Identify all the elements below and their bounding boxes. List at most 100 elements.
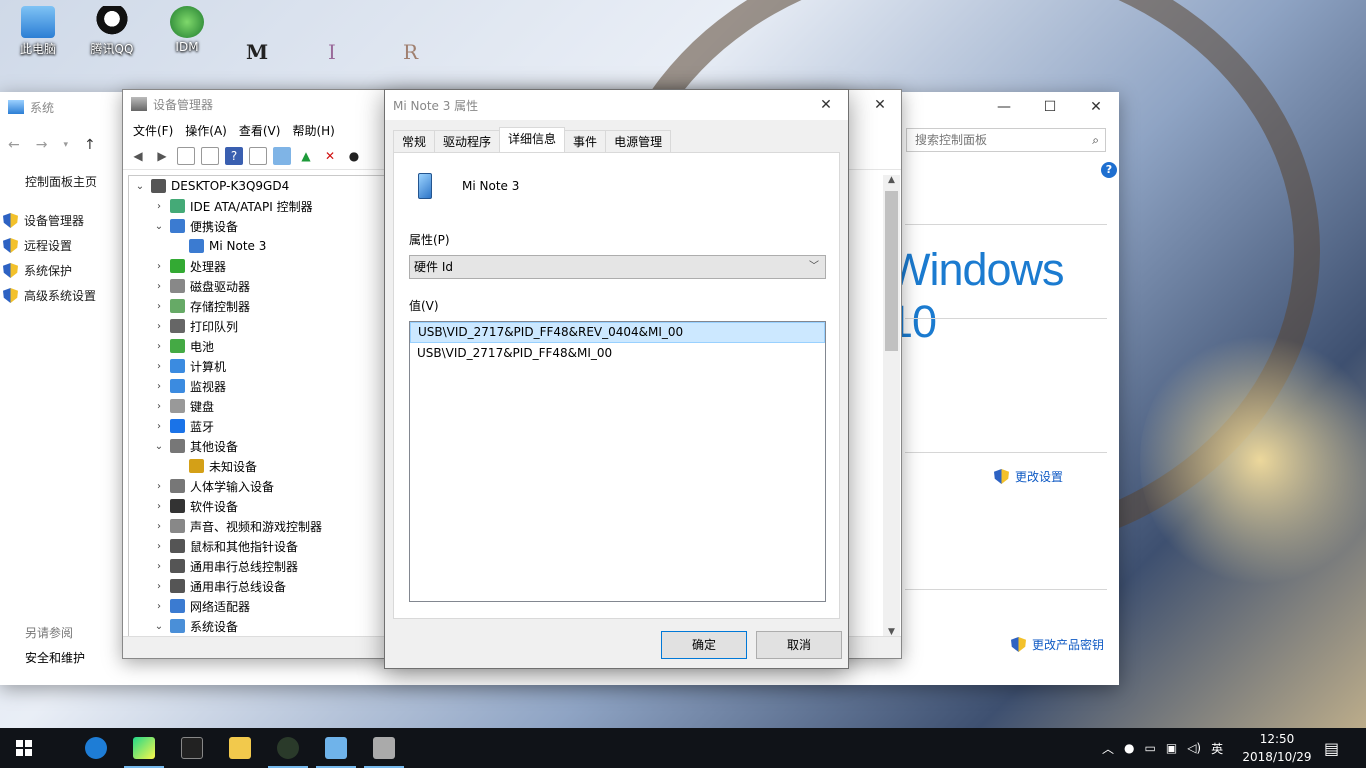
desktop-icon-qq[interactable]: 腾讯QQ [82,6,142,57]
clock[interactable]: 12:50 2018/10/29 [1236,730,1318,766]
ime-indicator[interactable]: 英 [1211,740,1223,757]
tree-node[interactable]: › 打印队列 [129,316,390,336]
security-maintenance-link[interactable]: 安全和维护 [25,649,85,666]
sidebar-item-system-protection[interactable]: 系统保护 [0,258,120,283]
taskbar-app5[interactable] [264,728,312,768]
chevron-right-icon[interactable]: › [152,481,166,492]
qq-tray-icon[interactable]: ● [1124,741,1134,755]
taskbar-pycharm[interactable] [120,728,168,768]
help-icon[interactable]: ? [1101,162,1117,178]
tree-node[interactable]: › 计算机 [129,356,390,376]
chevron-right-icon[interactable]: › [152,301,166,312]
monitor-icon[interactable] [273,146,291,165]
menu-action[interactable]: 操作(A) [185,122,227,139]
desktop-icon-idm[interactable]: IDM [157,6,217,54]
chevron-right-icon[interactable]: › [152,501,166,512]
device-tree[interactable]: ⌄ DESKTOP-K3Q9GD4 › IDE ATA/ATAPI 控制器 ⌄ 便携设备 M… [128,175,390,637]
list-item[interactable]: USB\VID_2717&PID_FF48&MI_00 [410,343,825,364]
tree-node[interactable]: › 磁盘驱动器 [129,276,390,296]
chevron-right-icon[interactable]: › [152,361,166,372]
chevron-right-icon[interactable]: › [152,201,166,212]
tree-node[interactable]: › 人体学输入设备 [129,476,390,496]
cancel-button[interactable]: 取消 [756,631,842,659]
chevron-right-icon[interactable]: › [152,261,166,272]
view-icon[interactable] [249,146,267,165]
tree-node[interactable]: › 处理器 [129,256,390,276]
recent-chevron-icon[interactable]: ▾ [63,140,68,150]
forward-arrow-icon[interactable]: → [36,137,48,153]
search-input[interactable]: 搜索控制面板 ⌕ [906,128,1106,152]
sidebar-item-advanced-settings[interactable]: 高级系统设置 [0,283,120,308]
properties-titlebar[interactable]: Mi Note 3 属性 [385,90,848,120]
tab-general[interactable]: 常规 [393,130,436,152]
sidebar-item-remote-settings[interactable]: 远程设置 [0,233,120,258]
menu-help[interactable]: 帮助(H) [292,122,334,139]
tree-node[interactable]: › 通用串行总线控制器 [129,556,390,576]
tab-power-management[interactable]: 电源管理 [605,130,672,152]
chevron-right-icon[interactable]: › [152,601,166,612]
tab-details[interactable]: 详细信息 [499,127,566,152]
chevron-up-icon[interactable]: ︿ [1102,740,1114,757]
chevron-right-icon[interactable]: › [152,281,166,292]
change-settings-link[interactable]: 更改设置 [994,468,1063,485]
tree-node[interactable]: › 网络适配器 [129,596,390,616]
chevron-right-icon[interactable]: › [152,381,166,392]
chevron-down-icon[interactable]: ⌄ [152,221,166,232]
tree-node[interactable]: 未知设备 [129,456,390,476]
tree-view-icon[interactable] [177,146,195,165]
forward-icon[interactable]: ▶ [153,147,171,165]
value-list[interactable]: USB\VID_2717&PID_FF48&REV_0404&MI_00 USB… [409,321,826,602]
tree-node[interactable]: › 键盘 [129,396,390,416]
tree-node[interactable]: ⌄ 其他设备 [129,436,390,456]
tree-node[interactable]: Mi Note 3 [129,236,390,256]
chevron-right-icon[interactable]: › [152,541,166,552]
list-item[interactable]: USB\VID_2717&PID_FF48&REV_0404&MI_00 [410,322,825,343]
scan-download-icon[interactable]: ● [345,147,363,165]
network-icon[interactable]: ▣ [1166,741,1177,755]
tab-events[interactable]: 事件 [564,130,607,152]
tree-node[interactable]: › 软件设备 [129,496,390,516]
tree-node[interactable]: › 声音、视频和游戏控制器 [129,516,390,536]
desktop-icon-this-pc[interactable]: 此电脑 [8,6,68,57]
chevron-down-icon[interactable]: ⌄ [133,181,147,192]
change-product-key-link[interactable]: 更改产品密钥 [1011,636,1104,653]
tree-scrollbar[interactable]: ▲ ▼ [883,175,900,637]
scrollbar-thumb[interactable] [885,191,898,351]
chevron-right-icon[interactable]: › [152,321,166,332]
tab-driver[interactable]: 驱动程序 [434,130,501,152]
minimize-button[interactable]: — [981,92,1027,122]
chevron-right-icon[interactable]: › [152,581,166,592]
chevron-right-icon[interactable]: › [152,341,166,352]
scroll-up-icon[interactable]: ▲ [883,175,900,185]
properties-icon[interactable] [201,146,219,165]
tree-node[interactable]: ⌄ 系统设备 [129,616,390,636]
close-button[interactable]: ✕ [857,90,903,120]
chevron-down-icon[interactable]: ⌄ [152,621,166,632]
tree-node[interactable]: ⌄ 便携设备 [129,216,390,236]
tree-node[interactable]: › 蓝牙 [129,416,390,436]
tree-node[interactable]: › 存储控制器 [129,296,390,316]
back-icon[interactable]: ◀ [129,147,147,165]
close-button[interactable]: ✕ [803,90,849,120]
tree-node[interactable]: ⌄ DESKTOP-K3Q9GD4 [129,176,390,196]
close-button[interactable]: ✕ [1073,92,1119,122]
sidebar-item-device-manager[interactable]: 设备管理器 [0,208,120,233]
back-arrow-icon[interactable]: ← [8,137,20,153]
help-icon[interactable]: ? [225,146,243,165]
taskbar-control-panel[interactable] [312,728,360,768]
notification-icon[interactable]: ▤ [1324,728,1339,768]
uninstall-icon[interactable]: ✕ [321,147,339,165]
taskbar-explorer[interactable] [216,728,264,768]
sidebar-control-panel-home[interactable]: 控制面板主页 [0,170,120,208]
chevron-right-icon[interactable]: › [152,561,166,572]
ok-button[interactable]: 确定 [661,631,747,659]
chevron-right-icon[interactable]: › [152,401,166,412]
maximize-button[interactable]: ☐ [1027,92,1073,122]
taskbar-device-manager[interactable] [360,728,408,768]
tree-node[interactable]: › IDE ATA/ATAPI 控制器 [129,196,390,216]
update-driver-icon[interactable]: ▲ [297,147,315,165]
taskbar-edge[interactable] [72,728,120,768]
tree-node[interactable]: › 监视器 [129,376,390,396]
battery-icon[interactable]: ▭ [1145,741,1156,755]
tree-node[interactable]: › 鼠标和其他指针设备 [129,536,390,556]
